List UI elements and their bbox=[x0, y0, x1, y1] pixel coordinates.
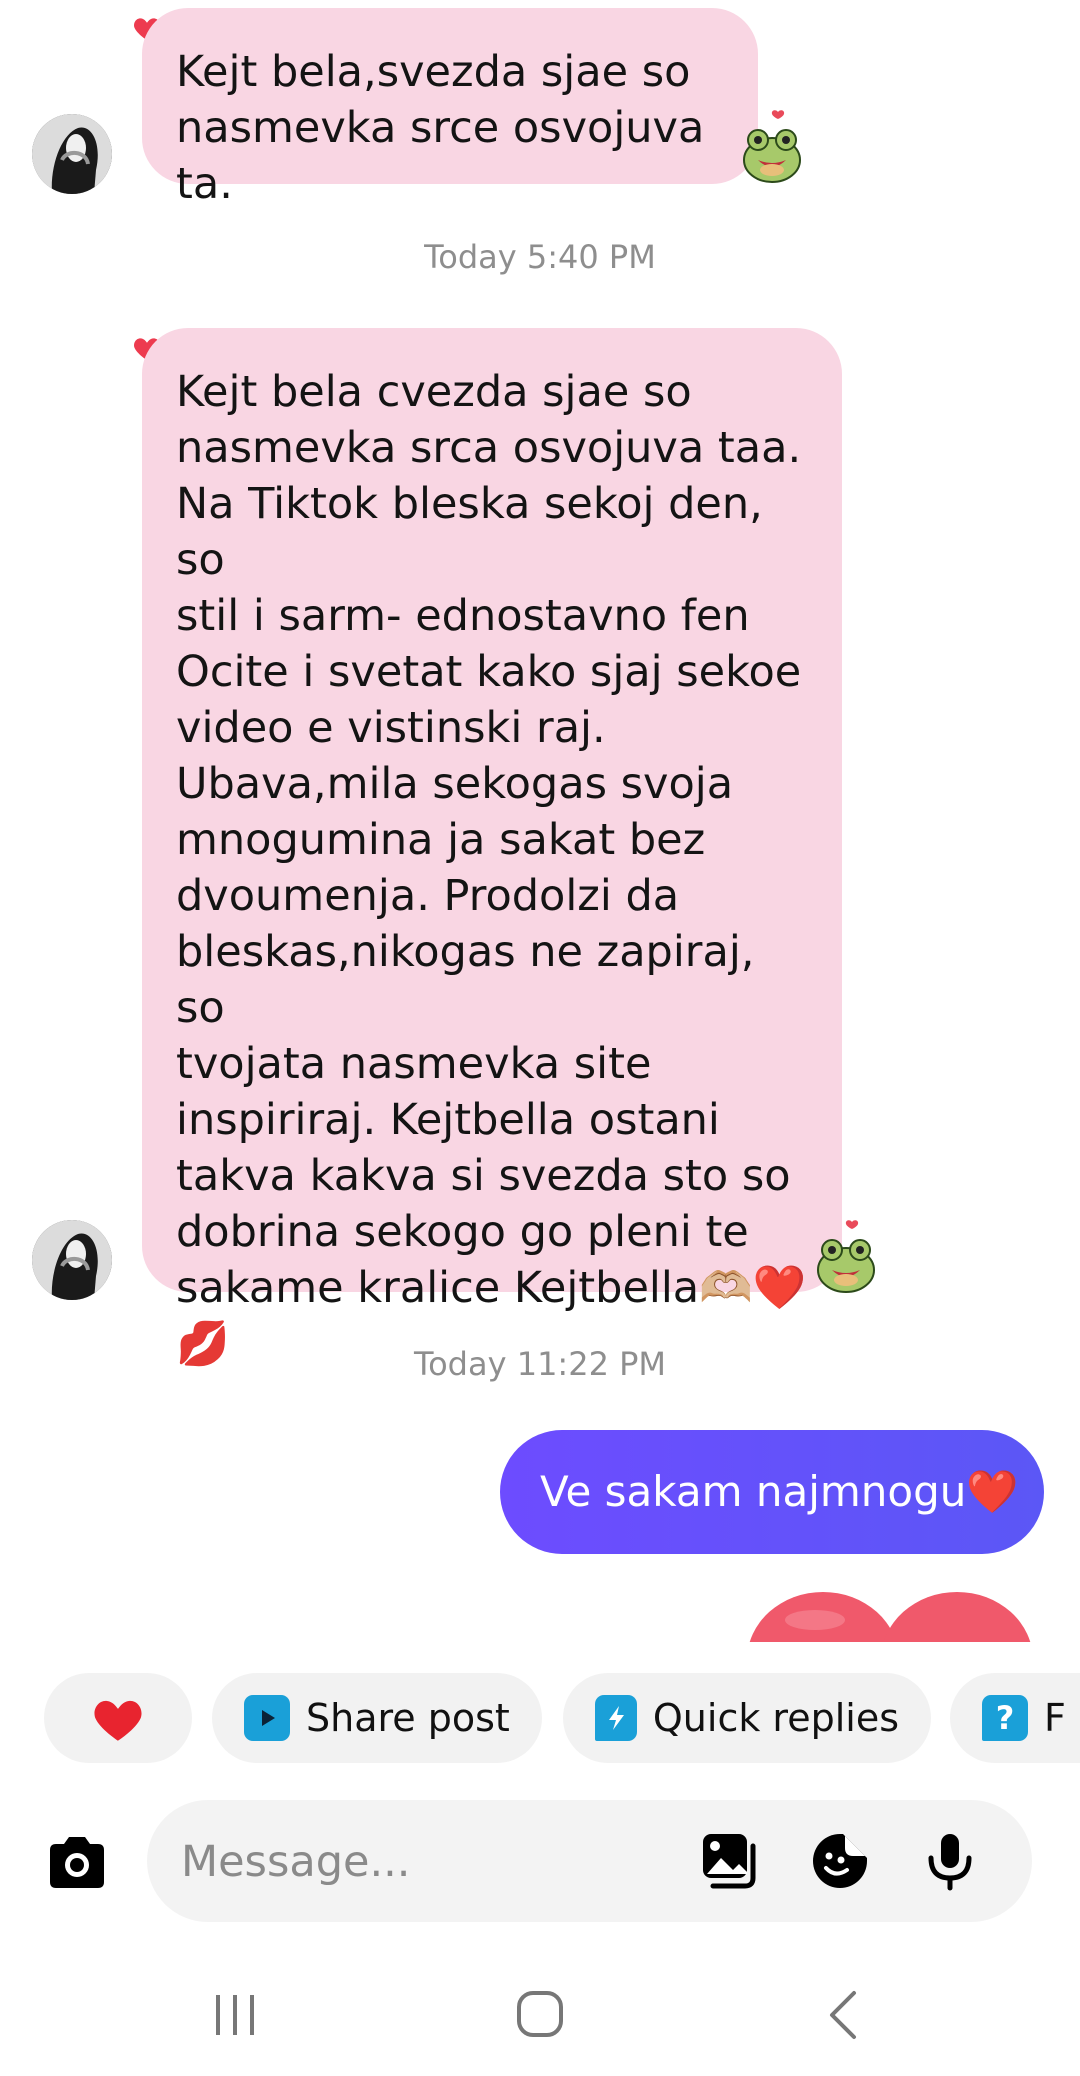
recent-apps-icon[interactable] bbox=[200, 1983, 270, 2047]
question-chat-icon: ? bbox=[982, 1695, 1028, 1741]
microphone-icon[interactable] bbox=[919, 1830, 981, 1892]
sticker-icon[interactable] bbox=[809, 1830, 871, 1892]
quick-replies-chip[interactable]: Quick replies bbox=[563, 1673, 931, 1763]
back-icon[interactable] bbox=[810, 1983, 880, 2047]
camera-icon[interactable] bbox=[42, 1828, 112, 1898]
share-post-label: Share post bbox=[306, 1696, 510, 1740]
frog-sticker-icon[interactable] bbox=[738, 108, 806, 184]
avatar[interactable] bbox=[32, 1220, 112, 1300]
heart-chip[interactable] bbox=[44, 1673, 192, 1763]
share-post-chip[interactable]: Share post bbox=[212, 1673, 542, 1763]
home-icon[interactable] bbox=[505, 1983, 575, 2047]
message-bubble[interactable]: Kejt bela cvezda sjae so nasmevka srca o… bbox=[142, 328, 842, 1369]
quick-actions-bar: Share post Quick replies ? F bbox=[0, 1673, 1080, 1765]
timestamp: Today 11:22 PM bbox=[413, 1345, 666, 1383]
play-square-icon bbox=[244, 1695, 290, 1741]
avatar[interactable] bbox=[32, 114, 112, 194]
faq-label: F bbox=[1044, 1696, 1066, 1740]
message-composer bbox=[147, 1800, 1032, 1924]
gallery-icon[interactable] bbox=[699, 1830, 761, 1892]
timestamp: Today 5:40 PM bbox=[424, 238, 656, 276]
red-heart-icon bbox=[94, 1700, 142, 1741]
quick-replies-label: Quick replies bbox=[652, 1696, 899, 1740]
frog-sticker-icon[interactable] bbox=[812, 1218, 880, 1294]
sent-message-bubble[interactable]: Ve sakam najmnogu❤️ bbox=[500, 1430, 1044, 1554]
message-input[interactable] bbox=[179, 1800, 683, 1924]
message-bubble[interactable]: Kejt bela,svezda sjae so nasmevka srce o… bbox=[142, 8, 758, 209]
system-navigation-bar bbox=[0, 1975, 1080, 2055]
faq-chip[interactable]: ? F bbox=[950, 1673, 1080, 1763]
heart-emoji-message-icon[interactable] bbox=[745, 1590, 1035, 1642]
lightning-chat-icon bbox=[595, 1695, 637, 1741]
